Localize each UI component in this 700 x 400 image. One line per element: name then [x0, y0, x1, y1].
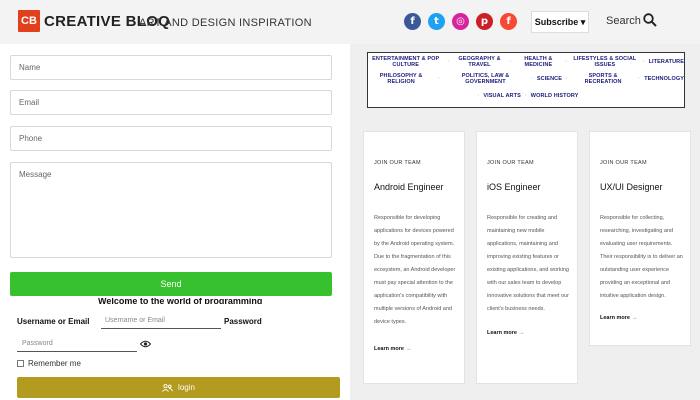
login-label: login: [178, 383, 195, 392]
logo-mark: CB: [18, 10, 40, 32]
category-row: ENTERTAINMENT & POP CULTURE · GEOGRAPHY &…: [368, 53, 684, 70]
job-kicker: JOIN OUR TEAM: [600, 160, 647, 166]
category-link[interactable]: HEALTH & MEDICINE: [516, 56, 562, 68]
job-description: Responsible for creating and maintaining…: [487, 215, 569, 312]
login-button[interactable]: login: [17, 377, 340, 398]
password-input[interactable]: Password: [17, 336, 137, 352]
users-icon: [162, 383, 173, 392]
subscribe-button[interactable]: Subscribe ▾: [531, 11, 589, 33]
twitter-icon[interactable]: t: [428, 13, 445, 30]
job-description: Responsible for developing applications …: [374, 215, 456, 325]
learn-more-link[interactable]: Learn more →: [600, 315, 637, 321]
category-link[interactable]: LITERATURE: [649, 59, 684, 65]
phone-placeholder: Phone: [19, 134, 43, 143]
category-link[interactable]: POLITICS, LAW & GOVERNMENT: [444, 73, 527, 85]
category-row: · VISUAL ARTS · WORLD HISTORY: [477, 92, 579, 99]
learn-more-label: Learn more: [600, 315, 630, 321]
search-icon[interactable]: [643, 13, 657, 27]
email-field[interactable]: Email: [10, 90, 332, 115]
job-description: Responsible for collecting, researching,…: [600, 215, 683, 299]
category-link[interactable]: WORLD HISTORY: [531, 93, 579, 99]
social-links: f t ◎ p f: [404, 13, 517, 30]
category-link[interactable]: PHILOSOPHY & RELIGION: [368, 73, 434, 85]
arrow-right-icon: →: [631, 315, 638, 321]
welcome-heading: Welcome to the world of programming: [98, 298, 263, 304]
category-link[interactable]: ENTERTAINMENT & POP CULTURE: [368, 56, 443, 68]
job-title: UX/UI Designer: [600, 182, 663, 192]
phone-field[interactable]: Phone: [10, 126, 332, 151]
category-link[interactable]: SPORTS & RECREATION: [572, 73, 634, 85]
job-title: iOS Engineer: [487, 182, 541, 192]
job-card-ux: JOIN OUR TEAM UX/UI Designer Responsible…: [589, 131, 691, 346]
contact-panel: Name Email Phone Message Send Welcome to…: [0, 44, 350, 400]
remember-checkbox[interactable]: [17, 360, 24, 367]
username-label: Username or Email: [17, 317, 90, 326]
remember-label: Remember me: [28, 359, 81, 368]
job-title: Android Engineer: [374, 182, 444, 192]
category-link[interactable]: TECHNOLOGY: [644, 76, 684, 82]
careers-panel: ENTERTAINMENT & POP CULTURE · GEOGRAPHY &…: [350, 44, 700, 400]
category-row: PHILOSOPHY & RELIGION · POLITICS, LAW & G…: [368, 70, 684, 87]
category-link[interactable]: GEOGRAPHY & TRAVEL: [453, 56, 505, 68]
site-header: CB CREATIVE BLOQ ART AND DESIGN INSPIRAT…: [0, 0, 700, 44]
arrow-right-icon: →: [405, 346, 412, 352]
eye-icon[interactable]: [140, 340, 151, 348]
name-placeholder: Name: [19, 63, 41, 72]
job-card-android: JOIN OUR TEAM Android Engineer Responsib…: [363, 131, 465, 384]
send-button[interactable]: Send: [10, 272, 332, 296]
name-field[interactable]: Name: [10, 55, 332, 80]
pinterest-icon[interactable]: p: [476, 13, 493, 30]
job-kicker: JOIN OUR TEAM: [487, 160, 534, 166]
facebook-icon[interactable]: f: [404, 13, 421, 30]
instagram-icon[interactable]: ◎: [452, 13, 469, 30]
search-label[interactable]: Search: [606, 15, 641, 27]
arrow-right-icon: →: [518, 330, 525, 336]
password-label: Password: [224, 317, 262, 326]
category-link[interactable]: VISUAL ARTS: [483, 93, 520, 99]
category-link[interactable]: LIFESTYLES & SOCIAL ISSUES: [571, 56, 639, 68]
learn-more-link[interactable]: Learn more →: [374, 346, 411, 352]
learn-more-link[interactable]: Learn more →: [487, 330, 524, 336]
message-field[interactable]: Message: [10, 162, 332, 258]
email-placeholder: Email: [19, 98, 40, 107]
job-kicker: JOIN OUR TEAM: [374, 160, 421, 166]
category-link[interactable]: SCIENCE: [537, 76, 562, 82]
category-nav: ENTERTAINMENT & POP CULTURE · GEOGRAPHY &…: [367, 52, 685, 108]
learn-more-label: Learn more: [374, 346, 404, 352]
job-card-ios: JOIN OUR TEAM iOS Engineer Responsible f…: [476, 131, 578, 384]
username-input[interactable]: Username or Email: [101, 314, 221, 329]
site-tagline: ART AND DESIGN INSPIRATION: [139, 17, 312, 29]
learn-more-label: Learn more: [487, 330, 517, 336]
message-placeholder: Message: [19, 170, 52, 179]
flipboard-icon[interactable]: f: [500, 13, 517, 30]
